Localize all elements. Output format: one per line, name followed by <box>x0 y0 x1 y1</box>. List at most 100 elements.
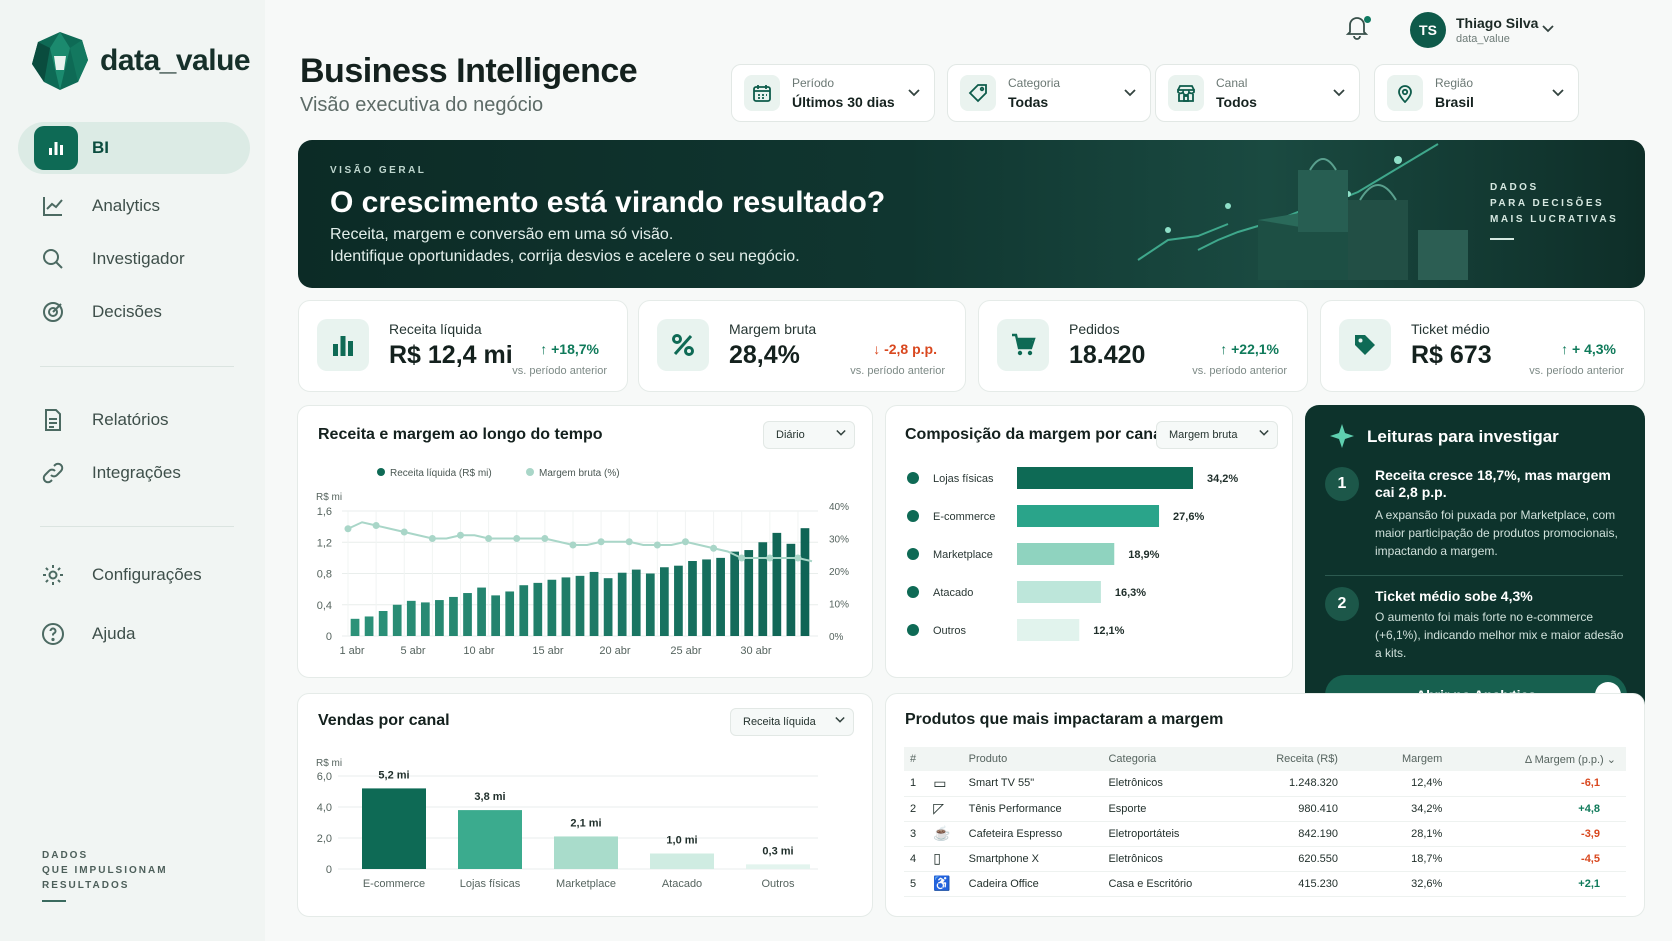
granularity-dropdown[interactable]: Diário <box>763 421 855 449</box>
revenue-bar <box>744 550 754 636</box>
page-subtitle: Visão executiva do negócio <box>300 94 544 116</box>
sidebar-item-investigador[interactable]: Investigador <box>18 233 250 285</box>
sidebar-item-label: Configurações <box>92 565 202 584</box>
chevron-down-icon: ⌄ <box>1606 753 1616 766</box>
margin-point <box>794 554 802 562</box>
column-header[interactable]: Categoria <box>1108 747 1240 771</box>
table-row[interactable]: 4 ▯ Smartphone X Eletrônicos 620.550 18,7% -4,… <box>904 846 1626 872</box>
sidebar-item-label: Investigador <box>92 249 185 268</box>
hero-illustration <box>1137 143 1468 280</box>
y2-tick-label: 0% <box>829 632 844 643</box>
location-pin-icon <box>1387 75 1423 111</box>
column-header[interactable]: Receita (R$) <box>1239 747 1338 771</box>
sidebar-item-integracoes[interactable]: Integrações <box>18 447 250 499</box>
x-tick-label: 20 abr <box>599 645 631 657</box>
bag-icon <box>907 548 919 560</box>
product-name: Smartphone X <box>968 846 1109 872</box>
bar-value-label: 2,1 mi <box>570 817 601 829</box>
chevron-down-icon <box>835 715 845 727</box>
kpi-comparison: vs. período anterior <box>850 365 945 377</box>
sidebar-item-ajuda[interactable]: Ajuda <box>18 608 250 660</box>
sidebar-item-label: Relatórios <box>92 410 169 429</box>
avatar[interactable]: TS <box>1410 12 1446 48</box>
card-title: Produtos que mais impactaram a margem <box>905 711 1224 728</box>
sales-metric-dropdown[interactable]: Receita líquida <box>730 708 854 736</box>
revenue-bar <box>364 616 374 636</box>
sidebar-item-decisoes[interactable]: Decisões <box>18 286 250 338</box>
table-row[interactable]: 3 ☕ Cafeteira Espresso Eletroportáteis 842.1… <box>904 821 1626 847</box>
filter-value: Todos <box>1216 94 1257 110</box>
filter-periodo[interactable]: Período Últimos 30 dias <box>731 64 935 122</box>
lion-logo-icon <box>32 32 88 90</box>
category-label: Marketplace <box>933 549 993 561</box>
kpi-delta-value: +18,7% <box>551 341 599 357</box>
column-header-sorted[interactable]: Δ Margem (p.p.) ⌄ <box>1442 747 1626 771</box>
filter-label: Período <box>792 76 835 90</box>
kpi-comparison: vs. período anterior <box>512 365 607 377</box>
filter-value: Todas <box>1008 94 1049 110</box>
coffee-maker-icon: ☕ <box>933 821 969 847</box>
product-revenue: 620.550 <box>1239 846 1338 872</box>
store-icon <box>907 472 919 484</box>
user-menu-chevron-icon[interactable] <box>1542 20 1554 38</box>
y2-tick-label: 20% <box>829 567 849 578</box>
sidebar-item-analytics[interactable]: Analytics <box>18 180 250 232</box>
table-header-row: # Produto Categoria Receita (R$) Margem … <box>904 747 1626 771</box>
dropdown-value: Diário <box>776 429 805 441</box>
arrow-up-icon: ↑ <box>1220 341 1232 357</box>
metric-dropdown[interactable]: Margem bruta <box>1156 421 1278 449</box>
margin-point <box>653 541 661 549</box>
product-revenue: 1.248.320 <box>1239 771 1338 797</box>
product-revenue: 415.230 <box>1239 871 1338 897</box>
y-tick-label: 6,0 <box>317 771 332 783</box>
insights-title: Leituras para investigar <box>1367 427 1559 446</box>
insight-heading: Ticket médio sobe 4,3% <box>1375 588 1533 604</box>
column-header[interactable]: Produto <box>968 747 1109 771</box>
row-number: 2 <box>904 796 934 822</box>
revenue-bar <box>716 557 725 636</box>
sidebar-item-relatorios[interactable]: Relatórios <box>18 394 250 446</box>
chevron-down-icon <box>1259 428 1269 440</box>
revenue-bar <box>519 585 529 636</box>
table-row[interactable]: 5 ♿ Cadeira Office Casa e Escritório 415.230… <box>904 871 1626 897</box>
x-tick-label: Lojas físicas <box>460 878 521 890</box>
filter-categoria[interactable]: Categoria Todas <box>947 64 1151 122</box>
x-tick-label: 30 abr <box>740 645 772 657</box>
sidebar-item-configuracoes[interactable]: Configurações <box>18 549 250 601</box>
kpi-label: Margem bruta <box>729 321 817 337</box>
bar-value-label: 16,3% <box>1115 587 1146 599</box>
table-row[interactable]: 2 ◸ Tênis Performance Esporte 980.410 34,2% +4… <box>904 796 1626 822</box>
y-tick-label: 0 <box>326 864 332 876</box>
notification-dot <box>1364 16 1371 23</box>
notification-bell-icon[interactable] <box>1344 14 1374 44</box>
table-row[interactable]: 1 ▭ Smart TV 55" Eletrônicos 1.248.320 12,4% -… <box>904 771 1626 797</box>
column-header[interactable]: Margem <box>1337 747 1443 771</box>
sidebar-item-label: Ajuda <box>92 624 136 643</box>
kpi-card-margem: Margem bruta 28,4% ↓ -2,8 p.p. vs. perío… <box>638 300 966 392</box>
revenue-bar <box>533 582 543 636</box>
logo[interactable]: data_value <box>30 30 251 92</box>
product-icon-column <box>933 747 969 771</box>
products-table: # Produto Categoria Receita (R$) Margem … <box>904 747 1626 897</box>
brand-name: data_value <box>100 44 251 77</box>
product-name: Smart TV 55" <box>968 771 1109 797</box>
hero-tagline-line: DADOS <box>1490 182 1539 193</box>
row-number: 5 <box>904 871 934 897</box>
dropdown-value: Receita líquida <box>743 716 816 728</box>
sidebar-item-label: BI <box>92 138 109 157</box>
channel-margin-card: Composição da margem por canal Margem br… <box>885 405 1293 678</box>
filter-regiao[interactable]: Região Brasil <box>1374 64 1579 122</box>
insight-number: 2 <box>1325 587 1359 621</box>
kpi-delta: ↑ + 4,3% <box>1561 341 1616 357</box>
sidebar-item-label: Analytics <box>92 196 161 215</box>
revenue-bar <box>463 593 472 636</box>
calendar-icon <box>744 75 780 111</box>
sidebar: data_value BI Analytics Investigador Dec… <box>0 0 265 941</box>
revenue-bar <box>477 587 486 636</box>
filter-label: Categoria <box>1008 76 1061 90</box>
filter-canal[interactable]: Canal Todos <box>1155 64 1360 122</box>
hero-tagline-line: PARA DECISÕES <box>1490 198 1605 209</box>
product-margin: 34,2% <box>1337 796 1443 822</box>
revenue-bar <box>758 542 768 636</box>
sidebar-item-bi[interactable]: BI <box>18 122 250 174</box>
